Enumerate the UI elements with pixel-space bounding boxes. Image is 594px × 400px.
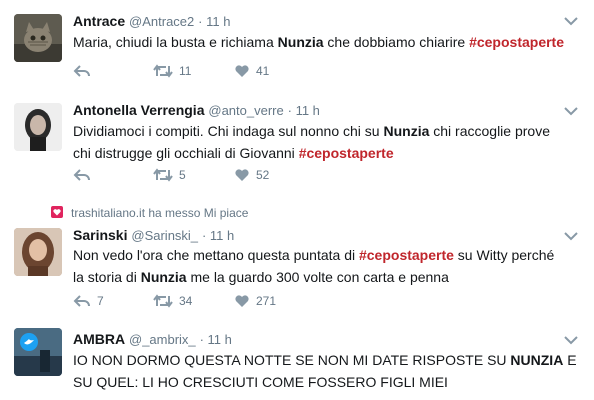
cat-avatar-image [14, 14, 62, 62]
reply-button[interactable] [73, 62, 91, 80]
tweet[interactable]: AMBRA @_ambrix_ · 11 h IO NON DORMO QUES… [0, 322, 592, 400]
handle[interactable]: @_ambrix_ [129, 332, 196, 347]
tweet-header: AMBRA @_ambrix_ · 11 h [73, 331, 232, 347]
reply-count: 7 [97, 294, 104, 308]
tweet-text: Dividiamoci i compiti. Chi indaga sul no… [73, 123, 550, 161]
chevron-down-icon[interactable] [564, 335, 578, 345]
liked-context-text[interactable]: trashitaliano.it ha messo Mi piace [71, 206, 248, 220]
tweet-header: Antrace @Antrace2 · 11 h [73, 13, 230, 29]
tweet-text: Maria, chiudi la busta e richiama Nunzia… [73, 34, 565, 50]
heart-icon [235, 65, 249, 77]
mention-keyword: Nunzia [383, 123, 430, 139]
tweet-text: IO NON DORMO QUESTA NOTTE SE NON MI DATE… [73, 352, 577, 390]
heart-icon [235, 295, 249, 307]
retweet-button[interactable]: 11 [153, 62, 191, 80]
mention-keyword: NUNZIA [510, 352, 564, 368]
chevron-down-icon[interactable] [564, 231, 578, 241]
woman-avatar-image [14, 103, 62, 151]
timestamp[interactable]: · 11 h [200, 332, 232, 347]
timestamp[interactable]: · 11 h [288, 103, 320, 118]
handle[interactable]: @Sarinski_ [131, 228, 198, 243]
bird-avatar-image [14, 328, 62, 376]
mention-keyword: Nunzia [277, 34, 324, 50]
reply-button[interactable] [73, 166, 91, 184]
avatar[interactable] [14, 103, 62, 151]
reply-icon [73, 65, 90, 77]
tweet-header: Antonella Verrengia @anto_verre · 11 h [73, 102, 320, 118]
reply-icon [73, 295, 90, 307]
retweet-icon [153, 294, 173, 308]
tweet-text: Non vedo l'ora che mettano questa puntat… [73, 247, 555, 285]
mention-keyword: Nunzia [140, 269, 187, 285]
display-name[interactable]: Sarinski [73, 227, 127, 243]
display-name[interactable]: Antonella Verrengia [73, 102, 204, 118]
display-name[interactable]: Antrace [73, 13, 125, 29]
tweet-header: Sarinski @Sarinski_ · 11 h [73, 227, 234, 243]
avatar[interactable] [14, 328, 62, 376]
timestamp[interactable]: · 11 h [198, 14, 230, 29]
retweet-button[interactable]: 34 [153, 292, 192, 310]
like-count: 41 [256, 64, 270, 78]
retweet-count: 5 [179, 168, 186, 182]
hashtag-link[interactable]: #cepostaperte [469, 34, 564, 50]
liked-context: trashitaliano.it ha messo Mi piace [51, 206, 248, 220]
woman-avatar-image [14, 228, 62, 276]
hashtag-link[interactable]: #cepostaperte [299, 145, 394, 161]
retweet-count: 34 [179, 294, 193, 308]
avatar[interactable] [14, 228, 62, 276]
heart-badge-icon [51, 206, 63, 218]
avatar[interactable] [14, 14, 62, 62]
chevron-down-icon[interactable] [564, 16, 578, 26]
retweet-icon [153, 64, 173, 78]
hashtag-link[interactable]: #cepostaperte [359, 247, 454, 263]
display-name[interactable]: AMBRA [73, 331, 125, 347]
reply-button[interactable]: 7 [73, 292, 104, 310]
tweet[interactable]: trashitaliano.it ha messo Mi piace Sarin… [0, 196, 592, 323]
retweet-button[interactable]: 5 [153, 166, 186, 184]
tweet[interactable]: Antrace @Antrace2 · 11 h Maria, chiudi l… [0, 0, 592, 98]
retweet-icon [153, 168, 173, 182]
heart-icon [235, 169, 249, 181]
retweet-count: 11 [179, 64, 192, 78]
like-button[interactable]: 41 [234, 62, 269, 80]
like-button[interactable]: 271 [234, 292, 276, 310]
like-count: 271 [256, 294, 277, 308]
like-button[interactable]: 52 [234, 166, 269, 184]
reply-icon [73, 169, 90, 181]
handle[interactable]: @Antrace2 [129, 14, 194, 29]
chevron-down-icon[interactable] [564, 106, 578, 116]
timestamp[interactable]: · 11 h [202, 228, 234, 243]
like-count: 52 [256, 168, 270, 182]
tweet[interactable]: Antonella Verrengia @anto_verre · 11 h D… [0, 97, 592, 197]
handle[interactable]: @anto_verre [208, 103, 283, 118]
